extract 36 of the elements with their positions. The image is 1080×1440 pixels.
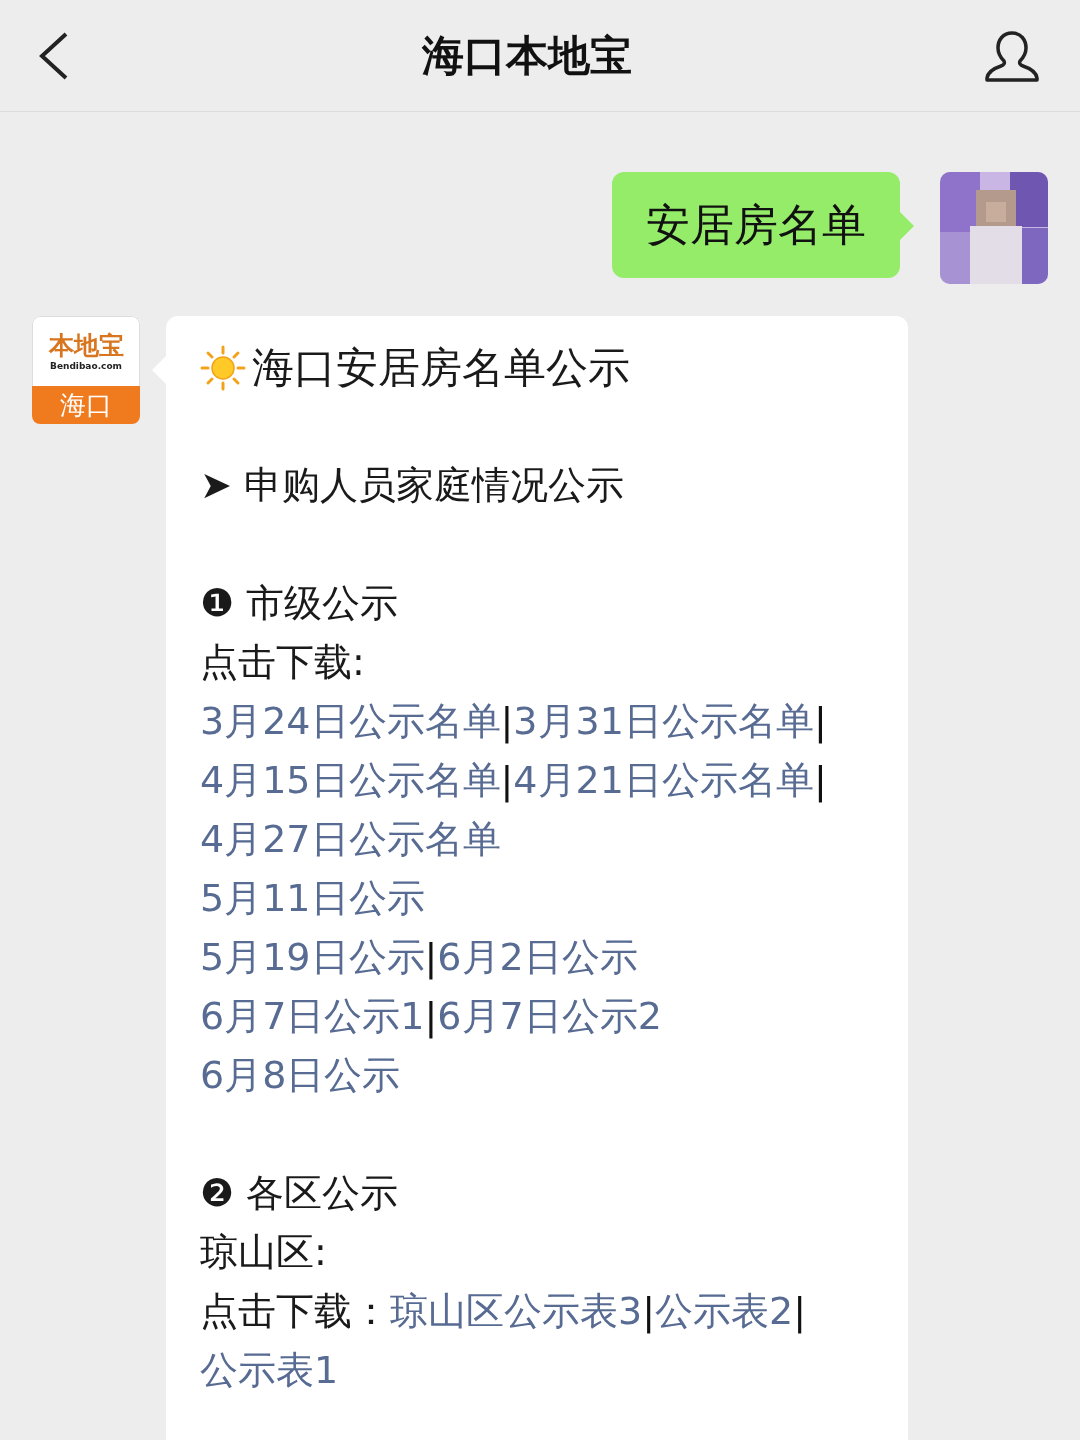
message-text: ➤ 申购人员家庭情况公示 xyxy=(200,463,624,507)
download-link[interactable]: 4月15日公示名单 xyxy=(200,751,501,810)
download-link[interactable]: 6月2日公示 xyxy=(437,928,638,987)
download-link[interactable]: 6月7日公示2 xyxy=(437,987,662,1046)
download-link[interactable]: 5月19日公示 xyxy=(200,928,425,987)
download-link[interactable]: 公示表1 xyxy=(200,1341,339,1400)
link-separator: | xyxy=(424,993,438,1041)
message-text: ❶ 市级公示 xyxy=(200,581,399,625)
link-separator: | xyxy=(793,1288,806,1336)
download-link[interactable]: 3月24日公示名单 xyxy=(200,692,501,751)
message-text: 点击下载： xyxy=(200,1289,390,1333)
download-link[interactable]: 5月11日公示 xyxy=(200,869,425,928)
link-separator: | xyxy=(642,1288,655,1336)
link-separator: | xyxy=(813,698,827,746)
download-link[interactable]: 4月27日公示名单 xyxy=(200,810,501,869)
link-separator: | xyxy=(813,757,827,805)
download-link[interactable]: 琼山区公示表3 xyxy=(390,1282,643,1341)
message-text: 琼山区: xyxy=(200,1230,327,1274)
download-link[interactable]: 3月31日公示名单 xyxy=(513,692,814,751)
link-separator: | xyxy=(500,757,514,805)
download-link[interactable]: 4月21日公示名单 xyxy=(513,751,814,810)
logo-brand: 本地宝 xyxy=(48,331,124,360)
sun-icon xyxy=(200,344,246,391)
download-link[interactable]: 6月7日公示1 xyxy=(200,987,425,1046)
message-text: 点击下载: xyxy=(200,640,365,684)
chat-title: 海口本地宝 xyxy=(422,29,632,82)
download-link[interactable]: 6月8日公示 xyxy=(200,1046,401,1105)
account-logo[interactable]: 本地宝 Bendibao.com 海口 xyxy=(32,316,140,424)
message-heading: 海口安居房名单公示 xyxy=(252,342,630,394)
link-separator: | xyxy=(424,934,438,982)
message-text: ❷ 各区公示 xyxy=(200,1171,399,1215)
logo-city: 海口 xyxy=(32,386,140,424)
download-link[interactable]: 公示表2 xyxy=(655,1282,794,1341)
logo-domain: Bendibao.com xyxy=(50,359,122,372)
link-separator: | xyxy=(500,698,514,746)
person-icon[interactable] xyxy=(984,29,1040,82)
